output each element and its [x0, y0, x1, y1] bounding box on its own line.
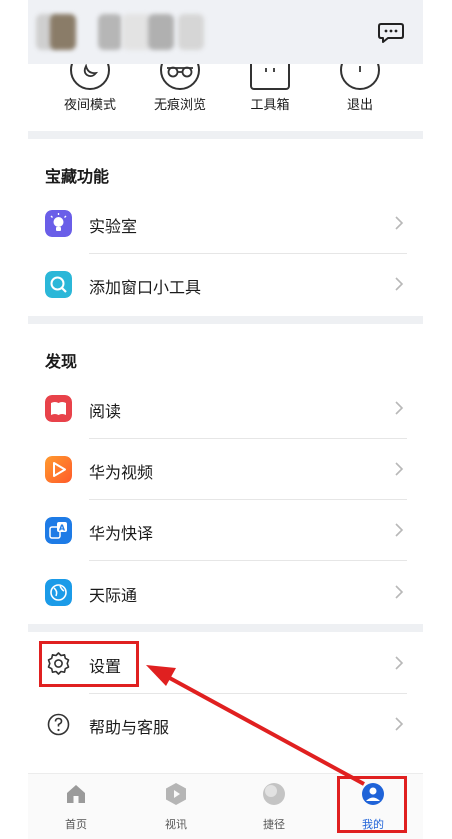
blurred-username [148, 14, 174, 50]
chevron-right-icon [395, 462, 404, 476]
row-divider [89, 560, 407, 561]
blurred-avatar [50, 14, 76, 50]
help-icon [47, 713, 70, 736]
chevron-right-icon [395, 401, 404, 415]
incognito-button[interactable]: 无痕浏览 [134, 64, 226, 113]
translate-icon: A [45, 517, 72, 544]
incognito-label: 无痕浏览 [153, 98, 206, 113]
section-divider [28, 131, 423, 139]
message-icon[interactable] [378, 22, 404, 44]
chevron-right-icon [395, 656, 404, 670]
list-item-label: 天际通 [89, 586, 138, 605]
toolbox-label: 工具箱 [250, 98, 290, 113]
screen: 夜间模式 无痕浏览 工具箱 退出 宝藏功能 实验室 添加窗口小工具 发现 阅读 … [0, 0, 452, 839]
nav-label: 视讯 [165, 818, 187, 831]
list-item-reading[interactable]: 阅读 [28, 378, 423, 439]
lab-bulb-icon [45, 210, 72, 237]
left-margin [0, 0, 28, 839]
chevron-right-icon [395, 523, 404, 537]
section-title-discover: 发现 [45, 352, 78, 371]
list-item-label: 华为快译 [89, 524, 154, 543]
night-mode-label: 夜间模式 [63, 98, 116, 113]
right-margin [424, 0, 452, 839]
shortcut-icon [263, 783, 285, 805]
list-item-huawei-translate[interactable]: A 华为快译 [28, 500, 423, 561]
home-icon [67, 785, 85, 803]
chevron-right-icon [395, 717, 404, 731]
widget-search-icon [45, 271, 72, 298]
section-divider [28, 316, 423, 324]
list-item-skylink[interactable]: 天际通 [28, 562, 423, 623]
nav-label: 首页 [65, 818, 87, 831]
toolbox-button[interactable]: 工具箱 [224, 64, 316, 113]
chevron-right-icon [395, 277, 404, 291]
list-item-widget[interactable]: 添加窗口小工具 [28, 254, 423, 315]
quick-actions: 夜间模式 无痕浏览 工具箱 退出 [28, 64, 423, 130]
list-item-label: 添加窗口小工具 [89, 278, 202, 297]
profile-header [28, 0, 423, 64]
chevron-right-icon [395, 585, 404, 599]
night-mode-button[interactable]: 夜间模式 [44, 64, 136, 113]
list-item-label: 阅读 [89, 402, 122, 421]
section-title-treasure: 宝藏功能 [45, 167, 110, 186]
nav-label: 捷径 [263, 818, 285, 831]
exit-label: 退出 [346, 98, 373, 113]
list-item-label: 华为视频 [89, 463, 154, 482]
list-item-label: 实验室 [89, 217, 138, 236]
video-play-icon [45, 456, 72, 483]
mine-tab-highlight-box [337, 776, 407, 833]
list-item-lab[interactable]: 实验室 [28, 193, 423, 254]
settings-highlight-box [39, 641, 139, 687]
svg-text:A: A [59, 524, 66, 533]
blurred-username [98, 14, 122, 50]
exit-button[interactable]: 退出 [314, 64, 406, 113]
list-item-help[interactable]: 帮助与客服 [28, 694, 423, 755]
profile-page: 夜间模式 无痕浏览 工具箱 退出 宝藏功能 实验室 添加窗口小工具 发现 阅读 … [28, 0, 423, 839]
blurred-username [178, 14, 204, 50]
list-item-huawei-video[interactable]: 华为视频 [28, 439, 423, 500]
chevron-right-icon [395, 216, 404, 230]
video-hex-icon [166, 783, 186, 805]
nav-home[interactable]: 首页 [46, 782, 106, 832]
nav-video[interactable]: 视讯 [146, 782, 206, 832]
section-divider [28, 624, 423, 632]
nav-shortcut[interactable]: 捷径 [244, 782, 304, 832]
globe-icon [45, 579, 72, 606]
book-icon [45, 395, 72, 422]
list-item-label: 帮助与客服 [89, 718, 170, 737]
